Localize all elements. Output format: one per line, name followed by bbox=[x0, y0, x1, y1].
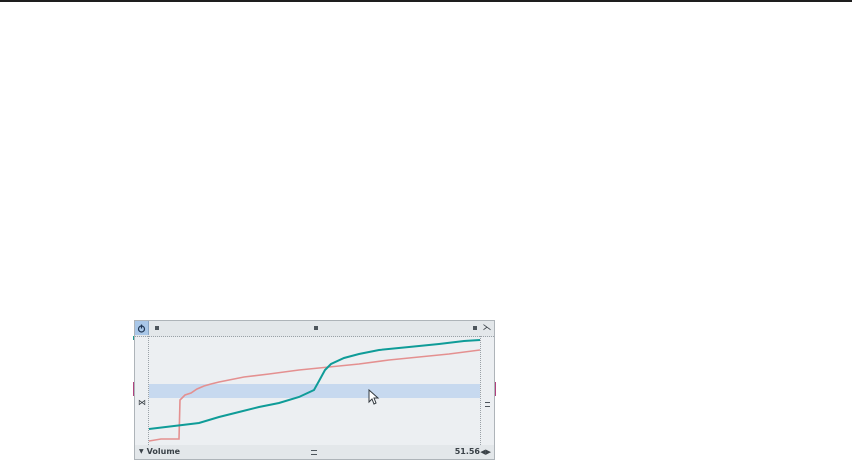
range-handle[interactable] bbox=[485, 402, 490, 407]
power-icon bbox=[137, 324, 146, 333]
value-readout: 51.56 bbox=[454, 447, 480, 456]
power-toggle-button[interactable] bbox=[135, 321, 149, 335]
automation-curve-svg bbox=[149, 339, 480, 442]
cursor-arrow-icon bbox=[368, 389, 380, 405]
left-control-strip: ⋈ bbox=[135, 336, 149, 447]
stepper-arrows-icon[interactable]: ◀▶ bbox=[480, 445, 491, 459]
automation-curve-area[interactable] bbox=[149, 336, 480, 448]
collapse-icon: ⋈ bbox=[138, 398, 146, 407]
top-divider bbox=[0, 0, 852, 2]
footer-resize-handle[interactable] bbox=[311, 450, 317, 455]
parameter-label: Volume bbox=[146, 447, 181, 456]
automation-lane-panel: ⋋ ⋈ ▼ Volume 51.56 ◀▶ bbox=[134, 320, 495, 460]
collapse-button[interactable]: ⋈ bbox=[138, 399, 146, 407]
parameter-select[interactable]: ▼ Volume bbox=[139, 445, 180, 459]
center-handle[interactable] bbox=[314, 326, 318, 330]
lane-header: ⋋ bbox=[135, 321, 494, 337]
lane-footer: ▼ Volume 51.56 ◀▶ bbox=[135, 445, 494, 459]
right-control-strip bbox=[480, 336, 494, 447]
close-icon: ⋋ bbox=[482, 323, 492, 333]
chevron-down-icon: ▼ bbox=[139, 448, 144, 455]
close-lane-button[interactable]: ⋋ bbox=[482, 323, 492, 333]
selection-band bbox=[149, 384, 480, 398]
end-handle[interactable] bbox=[473, 326, 477, 330]
start-handle[interactable] bbox=[155, 326, 159, 330]
